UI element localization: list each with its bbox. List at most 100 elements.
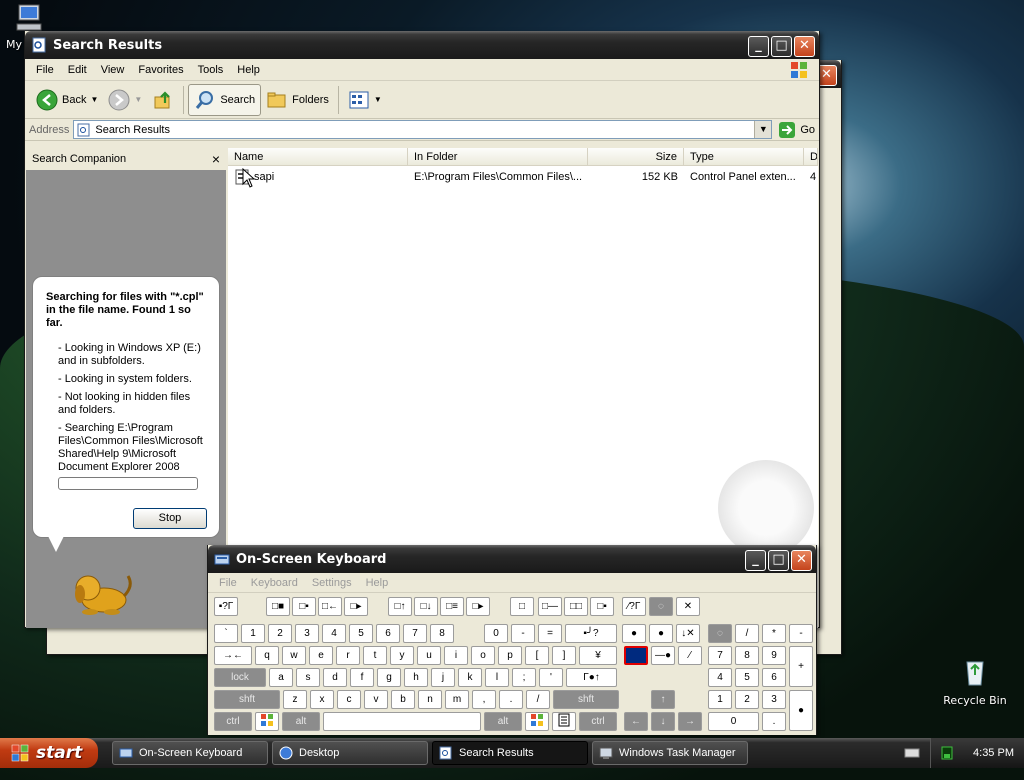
osk-key[interactable]: □▪ xyxy=(292,597,316,616)
osk-key[interactable]: c xyxy=(337,690,361,709)
osk-maximize-button[interactable]: □ xyxy=(768,550,789,571)
osk-key[interactable]: ● xyxy=(649,624,673,643)
osk-key-windows[interactable] xyxy=(525,712,549,731)
osk-key[interactable]: i xyxy=(444,646,468,665)
osk-key[interactable]: —● xyxy=(651,646,675,665)
osk-key[interactable]: f xyxy=(350,668,374,687)
search-button[interactable]: Search xyxy=(188,83,262,116)
osk-key[interactable]: 6 xyxy=(762,668,786,687)
menu-file[interactable]: File xyxy=(29,64,61,76)
forward-button[interactable]: ▼ xyxy=(103,84,147,116)
back-button[interactable]: Back ▼ xyxy=(31,84,103,116)
osk-key[interactable]: x xyxy=(310,690,334,709)
osk-key[interactable]: 0 xyxy=(484,624,508,643)
osk-key[interactable]: ⁄?Γ xyxy=(622,597,646,616)
osk-key[interactable]: 2 xyxy=(268,624,292,643)
osk-key[interactable]: □≡ xyxy=(440,597,464,616)
keyboard-tray-icon[interactable] xyxy=(904,746,920,760)
osk-key[interactable]: ◌ xyxy=(649,597,673,616)
table-row[interactable]: sapi E:\Program Files\Common Files\... 1… xyxy=(228,168,818,186)
osk-key[interactable]: , xyxy=(472,690,496,709)
osk-key[interactable]: . xyxy=(762,712,786,731)
osk-key[interactable]: ↓✕ xyxy=(676,624,700,643)
osk-key[interactable]: 5 xyxy=(349,624,373,643)
osk-key[interactable]: o xyxy=(471,646,495,665)
osk-key[interactable]: t xyxy=(363,646,387,665)
osk-key[interactable]: ⁄ xyxy=(678,646,702,665)
recycle-bin-desktop-icon[interactable]: Recycle Bin xyxy=(940,656,1010,707)
address-field[interactable]: Search Results ▼ xyxy=(73,120,773,139)
osk-menu-keyboard[interactable]: Keyboard xyxy=(244,577,305,589)
osk-key-right-arrow[interactable]: → xyxy=(678,712,702,731)
osk-key[interactable]: ● xyxy=(622,624,646,643)
osk-key[interactable]: ; xyxy=(512,668,536,687)
osk-key[interactable]: 8 xyxy=(735,646,759,665)
osk-key[interactable]: 4 xyxy=(322,624,346,643)
osk-key[interactable]: r xyxy=(336,646,360,665)
osk-key[interactable]: □← xyxy=(318,597,342,616)
on-screen-keyboard-window[interactable]: On-Screen Keyboard _ □ ✕ File Keyboard S… xyxy=(207,545,817,735)
osk-key[interactable]: - xyxy=(511,624,535,643)
osk-key[interactable]: d xyxy=(323,668,347,687)
osk-key[interactable]: 6 xyxy=(376,624,400,643)
column-size[interactable]: Size xyxy=(588,148,684,165)
osk-key-menu[interactable] xyxy=(552,712,576,731)
osk-key[interactable]: . xyxy=(499,690,523,709)
osk-key[interactable]: n xyxy=(418,690,442,709)
osk-key[interactable]: 7 xyxy=(708,646,732,665)
task-manager-tray-icon[interactable] xyxy=(941,746,953,760)
osk-key-numpad-enter[interactable]: ● xyxy=(789,690,813,731)
osk-key-windows[interactable] xyxy=(255,712,279,731)
osk-key[interactable]: a xyxy=(269,668,293,687)
osk-key[interactable]: 7 xyxy=(403,624,427,643)
osk-key[interactable]: u xyxy=(417,646,441,665)
osk-key[interactable]: 3 xyxy=(762,690,786,709)
osk-key[interactable]: ¥ xyxy=(579,646,617,665)
stop-button[interactable]: Stop xyxy=(133,508,207,529)
osk-key-ctrl-right[interactable]: ctrl xyxy=(579,712,617,731)
osk-key[interactable]: [ xyxy=(525,646,549,665)
osk-key[interactable]: ▪?Γ xyxy=(214,597,238,616)
osk-key-alt-right[interactable]: alt xyxy=(484,712,522,731)
osk-key[interactable]: ▪╯? xyxy=(565,624,617,643)
osk-key[interactable]: b xyxy=(391,690,415,709)
osk-key[interactable]: = xyxy=(538,624,562,643)
osk-key[interactable]: □↓ xyxy=(414,597,438,616)
osk-key[interactable]: q xyxy=(255,646,279,665)
menu-help[interactable]: Help xyxy=(230,64,267,76)
osk-key[interactable]: h xyxy=(404,668,428,687)
osk-key-alt-left[interactable]: alt xyxy=(282,712,320,731)
osk-key[interactable]: □— xyxy=(538,597,562,616)
menu-edit[interactable]: Edit xyxy=(61,64,94,76)
search-results-titlebar[interactable]: Search Results _ □ ✕ xyxy=(25,31,819,59)
menu-favorites[interactable]: Favorites xyxy=(131,64,190,76)
menu-view[interactable]: View xyxy=(94,64,132,76)
osk-key-down-arrow[interactable]: ↓ xyxy=(651,712,675,731)
osk-key[interactable]: e xyxy=(309,646,333,665)
osk-key[interactable]: 4 xyxy=(708,668,732,687)
osk-key-enter[interactable]: Γ●↑ xyxy=(566,668,617,687)
osk-key-left-arrow[interactable]: ← xyxy=(624,712,648,731)
osk-key[interactable]: v xyxy=(364,690,388,709)
osk-key[interactable]: s xyxy=(296,668,320,687)
osk-key[interactable]: 8 xyxy=(430,624,454,643)
osk-key[interactable]: y xyxy=(390,646,414,665)
osk-key[interactable]: p xyxy=(498,646,522,665)
osk-key[interactable]: w xyxy=(282,646,306,665)
start-button[interactable]: start xyxy=(0,738,98,768)
osk-key[interactable]: □□ xyxy=(564,597,588,616)
osk-menu-settings[interactable]: Settings xyxy=(305,577,359,589)
osk-key[interactable]: →← xyxy=(214,646,252,665)
column-name[interactable]: Name xyxy=(228,148,408,165)
osk-key[interactable]: g xyxy=(377,668,401,687)
column-in-folder[interactable]: In Folder xyxy=(408,148,588,165)
search-companion-close-icon[interactable]: × xyxy=(212,151,220,167)
taskbar-item-task-manager[interactable]: Windows Task Manager xyxy=(592,741,748,765)
osk-key[interactable]: * xyxy=(762,624,786,643)
osk-key[interactable]: + xyxy=(789,646,813,687)
osk-key-ctrl-left[interactable]: ctrl xyxy=(214,712,252,731)
taskbar-item-search-results[interactable]: Search Results xyxy=(432,741,588,765)
views-button[interactable]: ▼ xyxy=(343,84,387,116)
taskbar-item-desktop[interactable]: Desktop xyxy=(272,741,428,765)
osk-key[interactable]: ` xyxy=(214,624,238,643)
